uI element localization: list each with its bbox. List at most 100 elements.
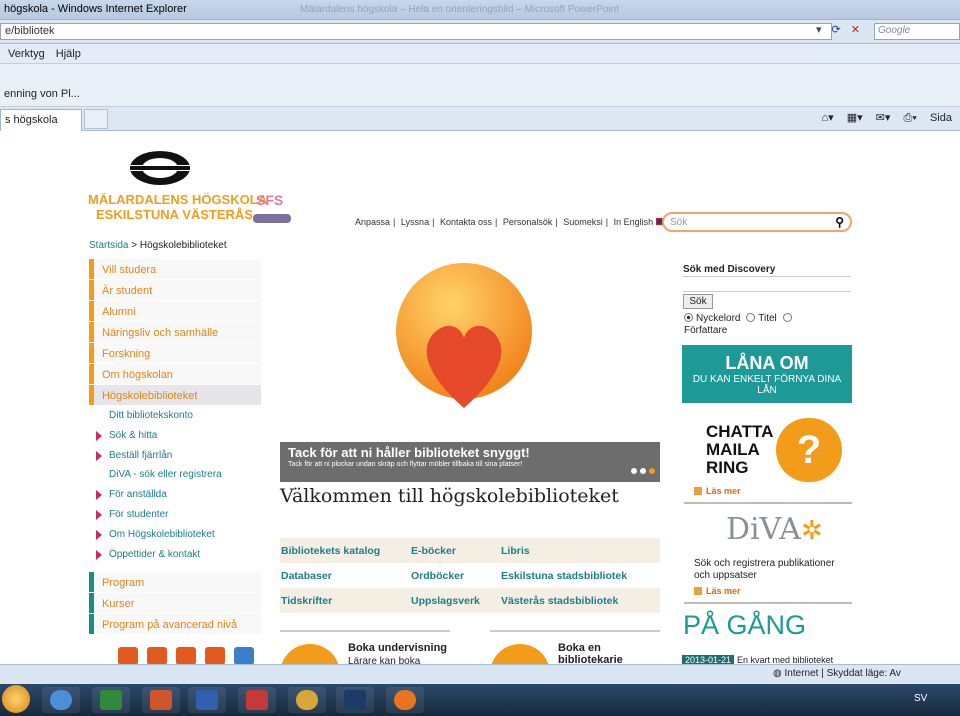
browser-tab[interactable]: s högskola (0, 109, 82, 131)
dropdown-icon[interactable]: ▾ (816, 24, 822, 36)
rss-icon[interactable] (118, 647, 138, 665)
link-libris[interactable]: Libris (501, 545, 530, 557)
discovery-input[interactable] (683, 276, 851, 292)
language-indicator[interactable]: SV (914, 693, 927, 704)
box2-title: Boka en bibliotekarie (558, 642, 623, 666)
taskbar-photoshop[interactable] (336, 687, 374, 713)
question-bubble-icon: ? (776, 418, 842, 482)
link-personalsok[interactable]: Personalsök (503, 217, 553, 227)
nav-sub-studenter[interactable]: För studenter (89, 505, 261, 525)
settings-icon[interactable] (176, 647, 196, 665)
mail-icon[interactable]: ✉▾ (876, 112, 891, 124)
taskbar-word[interactable] (188, 687, 226, 713)
nav-program[interactable]: Program (89, 572, 261, 594)
nav-hogskolebiblioteket[interactable]: Högskolebiblioteket (89, 385, 261, 406)
link-vasteras[interactable]: Västerås stadsbibliotek (501, 595, 618, 607)
university-logo-icon[interactable] (126, 148, 194, 188)
link-anpassa[interactable]: Anpassa (355, 217, 390, 227)
radio-titel[interactable] (746, 313, 756, 322)
nav-forskning[interactable]: Forskning (89, 343, 261, 364)
taskbar-excel[interactable] (92, 687, 130, 713)
carousel-dot-active[interactable] (649, 468, 655, 474)
nav-alumni[interactable]: Alumni (89, 301, 261, 322)
radio-forfattare[interactable] (782, 313, 792, 322)
link-row: Bibliotekets katalog E-böcker Libris (280, 538, 660, 563)
nav-sub-anstallda[interactable]: För anställda (89, 485, 261, 505)
nav-sub-sok-hitta[interactable]: Sök & hitta (89, 426, 261, 446)
link-e-bocker[interactable]: E-böcker (411, 545, 456, 557)
new-tab-button[interactable] (84, 109, 108, 129)
refresh-icon[interactable]: ⟳ (832, 24, 841, 36)
nav-kurser[interactable]: Kurser (89, 593, 261, 615)
discovery-search-button[interactable]: Sök (683, 294, 713, 309)
sep: | (432, 217, 435, 227)
link-uppslagsverk[interactable]: Uppslagsverk (411, 595, 480, 607)
link-tidskrifter[interactable]: Tidskrifter (281, 595, 332, 607)
nav-sub-bibliotekskonto[interactable]: Ditt bibliotekskonto (89, 406, 261, 426)
taskbar-app[interactable] (238, 687, 276, 713)
email-icon[interactable] (147, 647, 167, 665)
taskbar-paint[interactable] (288, 687, 326, 713)
carousel-dot[interactable] (631, 468, 637, 474)
radio-label: Författare (684, 325, 728, 336)
carousel-dot[interactable] (640, 468, 646, 474)
nav-naringsliv[interactable]: Näringsliv och samhälle (89, 322, 261, 343)
favorite-item[interactable]: enning von Pl... (4, 88, 80, 100)
link-ordbocker[interactable]: Ordböcker (411, 570, 464, 582)
las-mer-link[interactable]: Läs mer (694, 486, 741, 496)
nav-vill-studera[interactable]: Vill studera (89, 259, 261, 280)
nav-ar-student[interactable]: Är student (89, 280, 261, 301)
link-databaser[interactable]: Databaser (281, 570, 332, 582)
sep: | (494, 217, 498, 227)
lana-om-banner[interactable]: LÅNA OM DU KAN ENKELT FÖRNYA DINA LÅN (682, 345, 852, 403)
feeds-icon[interactable]: ▦▾ (847, 112, 863, 124)
share-icon[interactable] (205, 647, 225, 665)
diva-logo-text: DiVA (726, 512, 801, 547)
site-search-input[interactable]: Sök ⚲ (662, 212, 852, 232)
taskbar-firefox[interactable] (386, 687, 424, 713)
page-menu[interactable]: Sida (930, 112, 952, 124)
logo-line1: MÄLARDALENS HÖGSKOLA (88, 192, 268, 207)
chatta-promo[interactable]: CHATTA MAILA RING (706, 423, 773, 477)
link-eskilstuna[interactable]: Eskilstuna stadsbibliotek (501, 570, 627, 582)
search-icon[interactable]: ⚲ (835, 215, 844, 229)
radio-nyckelord[interactable] (684, 313, 693, 322)
link-kontakta[interactable]: Kontakta oss (440, 217, 492, 227)
link-lyssna[interactable]: Lyssna (401, 217, 429, 227)
nav-sub-oppettider[interactable]: Öppettider & kontakt (89, 545, 261, 565)
google-search-input[interactable]: Google (874, 23, 960, 40)
menu-hjalp[interactable]: Hjälp (56, 48, 81, 60)
sep: | (605, 217, 609, 227)
breadcrumb-home[interactable]: Startsida (89, 240, 128, 251)
nav-sub-diva[interactable]: DiVA - sök eller registrera (89, 465, 261, 485)
tab-bar: s högskola ⌂▾ ▦▾ ✉▾ ⎙▾ Sida (0, 107, 960, 131)
stop-icon[interactable]: ✕ (851, 24, 860, 36)
chatta-line: MAILA (706, 440, 760, 459)
sep: | (555, 217, 558, 227)
nav-avancerad[interactable]: Program på avancerad nivå (89, 614, 261, 636)
link-katalog[interactable]: Bibliotekets katalog (281, 545, 380, 557)
link-suomeksi[interactable]: Suomeksi (563, 217, 603, 227)
url-field[interactable]: e/bibliotek (0, 23, 832, 40)
university-name[interactable]: MÄLARDALENS HÖGSKOLA ESKILSTUNA VÄSTERÅS (88, 192, 267, 222)
menu-verktyg[interactable]: Verktyg (8, 48, 45, 60)
las-mer-link[interactable]: Läs mer (694, 586, 741, 596)
diva-text: Sök och registrera publikationer och upp… (694, 558, 835, 581)
nav-sub-om-biblioteket[interactable]: Om Högskolebiblioteket (89, 525, 261, 545)
tools-icon[interactable] (234, 647, 254, 665)
excel-icon (100, 690, 122, 710)
print-icon[interactable]: ⎙▾ (903, 112, 916, 124)
diva-logo[interactable]: DiVA✲ (726, 512, 823, 547)
window-titlebar: högskola - Windows Internet Explorer Mäl… (0, 0, 960, 20)
start-button[interactable] (2, 685, 30, 713)
menu-bar: Verktyg Hjälp (0, 44, 960, 64)
taskbar-powerpoint[interactable] (142, 687, 180, 713)
security-zone[interactable]: ◍ Internet | Skyddat läge: Av (773, 668, 901, 679)
link-english[interactable]: In English (614, 217, 654, 227)
nav-sub-fjarrlan[interactable]: Beställ fjärrlån (89, 446, 261, 466)
nav-om-hogskolan[interactable]: Om högskolan (89, 364, 261, 385)
home-icon[interactable]: ⌂▾ (821, 112, 833, 124)
carousel-banner[interactable]: Tack för att ni håller biblioteket snygg… (280, 442, 660, 482)
taskbar-ie[interactable] (42, 687, 80, 713)
sfs-studentstad-logo[interactable]: SFS (246, 190, 298, 234)
